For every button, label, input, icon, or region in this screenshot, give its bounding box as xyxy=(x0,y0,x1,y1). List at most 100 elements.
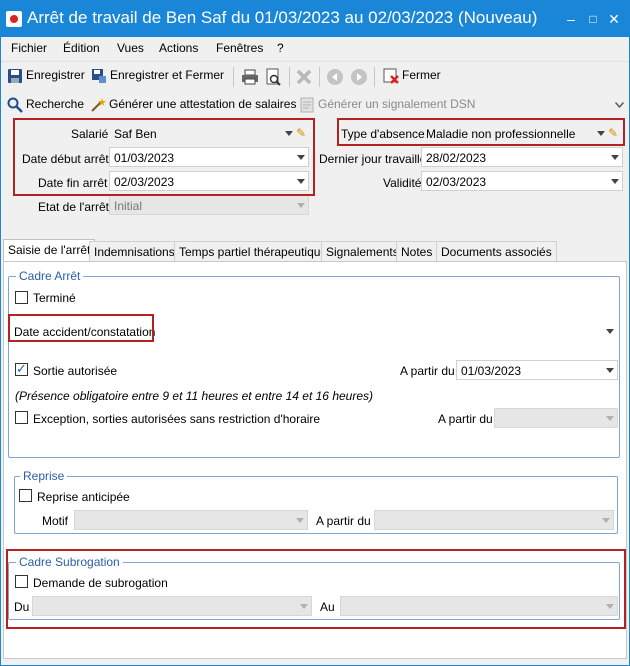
save-close-icon xyxy=(92,69,106,83)
date-fin-dropdown-icon[interactable] xyxy=(297,179,305,184)
tab-temps-partiel[interactable]: Temps partiel thérapeutique xyxy=(174,241,333,261)
toolbar-separator xyxy=(289,67,290,87)
date-debut-dropdown-icon[interactable] xyxy=(297,155,305,160)
date-accident-label: Date accident/constatation xyxy=(14,325,156,339)
date-fin-value: 02/03/2023 xyxy=(114,175,175,189)
save-close-label: Enregistrer et Fermer xyxy=(110,68,225,83)
date-accident-field[interactable] xyxy=(152,321,618,341)
main-window: Arrêt de travail de Ben Saf du 01/03/202… xyxy=(0,0,630,666)
tab-signalements[interactable]: Signalements xyxy=(321,241,404,261)
motif-dropdown-icon[interactable] xyxy=(296,518,304,523)
salarie-select[interactable]: Saf Ben xyxy=(109,123,307,143)
subrogation-au-dropdown-icon[interactable] xyxy=(606,604,614,609)
tab-saisie-arret[interactable]: Saisie de l'arrêt xyxy=(3,239,96,262)
demande-subrogation-checkbox[interactable] xyxy=(15,575,28,588)
tab-notes[interactable]: Notes xyxy=(396,241,438,261)
previous-icon[interactable] xyxy=(326,68,344,86)
subrogation-du-field[interactable] xyxy=(32,596,312,616)
search-button[interactable]: Recherche xyxy=(7,97,84,115)
type-absence-edit-icon[interactable]: ✎ xyxy=(608,127,620,139)
tab-panel-saisie: Cadre Arrêt Terminé Date accident/consta… xyxy=(3,261,627,659)
app-icon xyxy=(6,11,22,27)
menu-vues[interactable]: Vues xyxy=(117,41,144,55)
etat-label: Etat de l'arrêt xyxy=(38,200,109,214)
subrogation-au-label: Au xyxy=(320,600,335,614)
search-icon xyxy=(7,97,23,113)
etat-select[interactable]: Initial xyxy=(109,195,309,215)
generate-attestation-button[interactable]: Générer une attestation de salaires xyxy=(90,97,296,115)
subrogation-au-field[interactable] xyxy=(340,596,618,616)
motif-select[interactable] xyxy=(74,510,308,530)
reprise-partir-label: A partir du xyxy=(316,514,371,528)
exception-partir-field[interactable] xyxy=(494,408,618,428)
close-window-button[interactable]: ✕ xyxy=(604,9,624,29)
demande-subrogation-label: Demande de subrogation xyxy=(33,576,168,590)
menu-actions[interactable]: Actions xyxy=(159,41,198,55)
dernier-jour-value: 28/02/2023 xyxy=(426,151,487,165)
type-absence-value: Maladie non professionnelle xyxy=(426,127,576,141)
exception-partir-dropdown-icon[interactable] xyxy=(606,416,614,421)
termine-label: Terminé xyxy=(33,291,76,305)
validite-dropdown-icon[interactable] xyxy=(611,179,619,184)
menu-fenetres[interactable]: Fenêtres xyxy=(216,41,263,55)
title-bar[interactable]: Arrêt de travail de Ben Saf du 01/03/202… xyxy=(1,1,629,37)
reprise-anticipee-checkbox[interactable] xyxy=(19,489,32,502)
etat-dropdown-icon[interactable] xyxy=(297,203,305,208)
close-doc-icon xyxy=(383,68,399,84)
exception-checkbox[interactable] xyxy=(15,411,28,424)
date-debut-value: 01/03/2023 xyxy=(114,151,175,165)
menu-help[interactable]: ? xyxy=(277,41,284,55)
subrogation-title: Cadre Subrogation xyxy=(16,555,123,569)
close-button[interactable]: Fermer xyxy=(383,68,441,86)
date-debut-label: Date début arrêt xyxy=(22,152,109,166)
date-accident-dropdown-icon[interactable] xyxy=(606,329,614,334)
search-label: Recherche xyxy=(26,97,85,112)
menu-bar: Fichier Édition Vues Actions Fenêtres ? xyxy=(1,37,629,59)
close-label: Fermer xyxy=(402,68,441,83)
maximize-button[interactable]: □ xyxy=(583,9,603,29)
reprise-partir-field[interactable] xyxy=(374,510,614,530)
salarie-edit-icon[interactable]: ✎ xyxy=(296,127,308,139)
validite-label: Validité xyxy=(383,176,422,190)
motif-label: Motif xyxy=(42,514,69,528)
delete-icon[interactable] xyxy=(295,68,313,86)
tab-bar: Saisie de l'arrêt Indemnisations Temps p… xyxy=(3,239,627,262)
sortie-label: Sortie autorisée xyxy=(33,364,118,378)
tab-indemnisations[interactable]: Indemnisations xyxy=(89,241,180,261)
validite-field[interactable]: 02/03/2023 xyxy=(421,171,623,191)
type-absence-select[interactable]: Maladie non professionnelle xyxy=(421,123,619,143)
type-absence-dropdown-icon[interactable] xyxy=(597,131,605,136)
salarie-label: Salarié xyxy=(71,127,109,141)
dernier-jour-dropdown-icon[interactable] xyxy=(611,155,619,160)
print-icon[interactable] xyxy=(241,68,259,86)
toolbar-expand-chevron-icon[interactable] xyxy=(615,102,624,108)
print-preview-icon[interactable] xyxy=(264,68,282,86)
salarie-value: Saf Ben xyxy=(114,127,157,141)
next-icon[interactable] xyxy=(350,68,368,86)
menu-fichier[interactable]: Fichier xyxy=(11,41,47,55)
toolbar: Enregistrer Enregistrer et Fermer Fermer xyxy=(1,61,629,89)
toolbar-separator xyxy=(374,67,375,87)
etat-value: Initial xyxy=(114,199,143,213)
termine-checkbox[interactable] xyxy=(15,291,28,304)
exception-label: Exception, sorties autorisées sans restr… xyxy=(33,412,321,426)
sortie-checkbox[interactable] xyxy=(15,361,28,377)
subrogation-du-dropdown-icon[interactable] xyxy=(300,604,308,609)
salarie-dropdown-icon[interactable] xyxy=(285,131,293,136)
tab-documents[interactable]: Documents associés xyxy=(436,241,557,261)
minimize-button[interactable]: – xyxy=(561,9,581,29)
secondary-toolbar: Recherche Générer une attestation de sal… xyxy=(1,93,629,117)
date-fin-field[interactable]: 02/03/2023 xyxy=(109,171,309,191)
save-button[interactable]: Enregistrer xyxy=(7,68,85,86)
generate-dsn-button[interactable]: Générer un signalement DSN xyxy=(299,97,475,115)
sortie-partir-field[interactable]: 01/03/2023 xyxy=(456,360,618,380)
generate-attestation-label: Générer une attestation de salaires xyxy=(109,97,297,112)
sortie-partir-dropdown-icon[interactable] xyxy=(606,368,614,373)
date-fin-label: Date fin arrêt xyxy=(38,176,108,190)
dernier-jour-label: Dernier jour travaillé xyxy=(319,152,427,166)
date-debut-field[interactable]: 01/03/2023 xyxy=(109,147,309,167)
reprise-partir-dropdown-icon[interactable] xyxy=(602,518,610,523)
menu-edition[interactable]: Édition xyxy=(63,41,100,55)
dernier-jour-field[interactable]: 28/02/2023 xyxy=(421,147,623,167)
save-close-button[interactable]: Enregistrer et Fermer xyxy=(91,68,224,86)
